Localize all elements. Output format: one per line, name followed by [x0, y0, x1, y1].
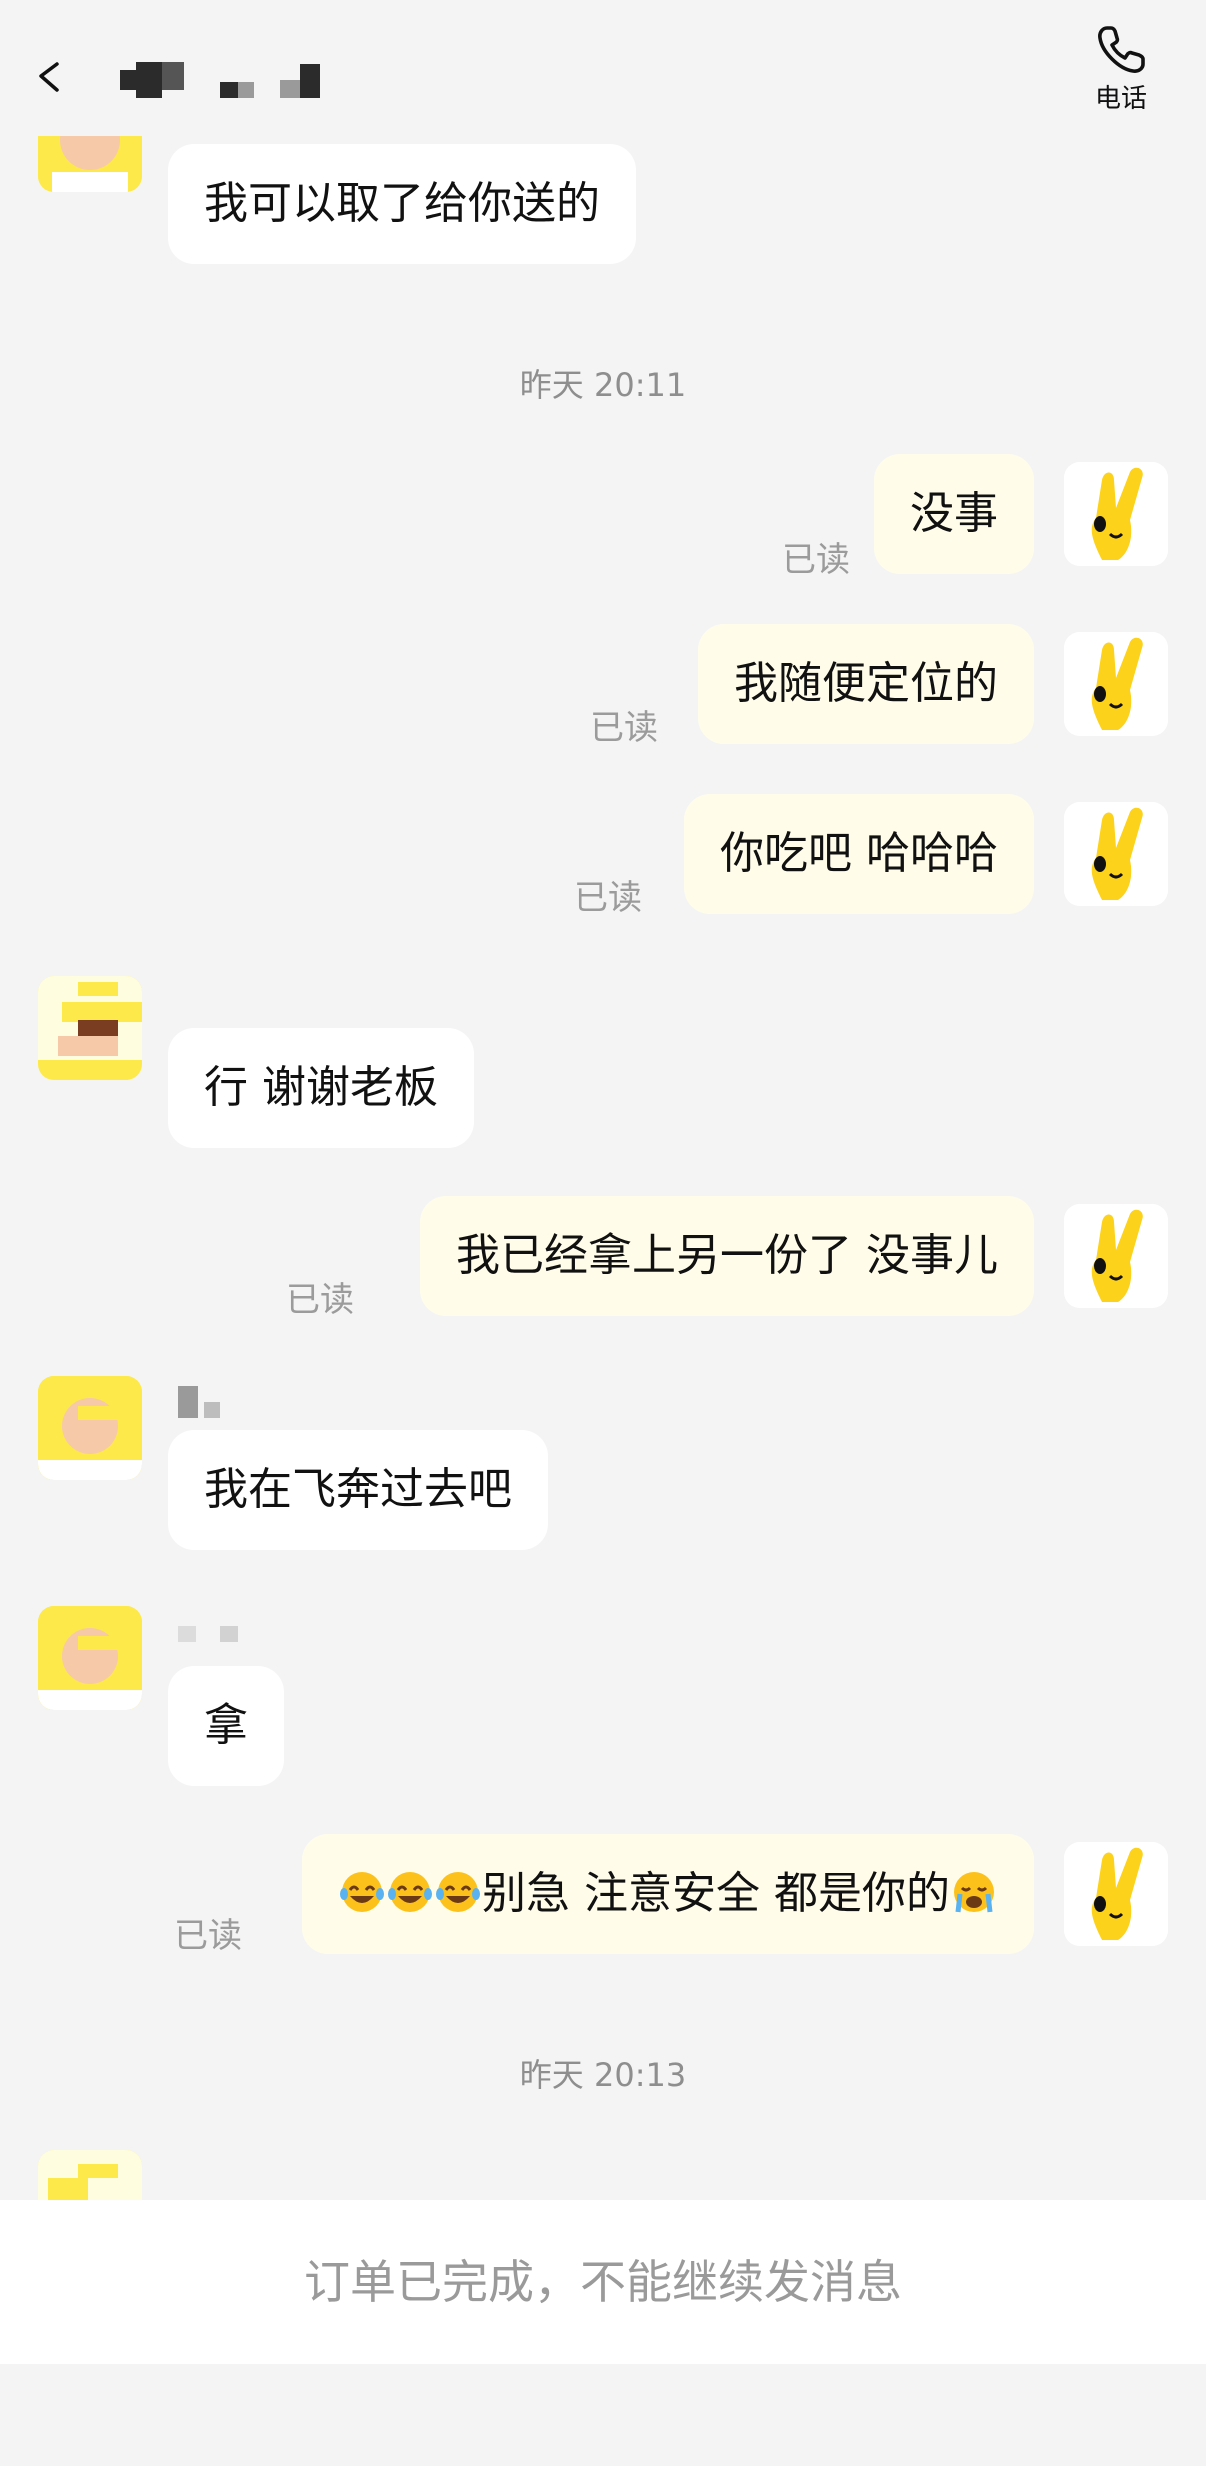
outgoing-message-bubble[interactable]: 别急 注意安全 都是你的 — [302, 1834, 1034, 1954]
read-status: 已读 — [782, 540, 850, 580]
outgoing-message-bubble[interactable]: 我随便定位的 — [698, 624, 1034, 744]
incoming-message-bubble[interactable]: 拿 — [168, 1666, 284, 1786]
contact-avatar[interactable] — [38, 2150, 142, 2200]
contact-avatar[interactable] — [38, 1606, 142, 1710]
my-avatar[interactable] — [1064, 632, 1168, 736]
outgoing-message-bubble[interactable]: 你吃吧 哈哈哈 — [684, 794, 1034, 914]
read-status: 已读 — [174, 1916, 242, 1956]
contact-avatar[interactable] — [38, 1376, 142, 1480]
order-completed-notice: 订单已完成，不能继续发消息 — [0, 2200, 1206, 2364]
laughing-crying-emoji — [340, 1872, 385, 1912]
outgoing-message-bubble[interactable]: 没事 — [874, 454, 1034, 574]
my-avatar[interactable] — [1064, 1204, 1168, 1308]
contact-avatar[interactable] — [38, 136, 142, 192]
incoming-message-bubble[interactable]: 我可以取了给你送的 — [168, 144, 636, 264]
incoming-message-bubble[interactable]: 行 谢谢老板 — [168, 1028, 474, 1148]
laughing-crying-emoji — [388, 1872, 433, 1912]
timestamp: 昨天 20:13 — [519, 2056, 687, 2094]
message-text: 别急 注意安全 都是你的 — [482, 1868, 950, 1919]
chat-message-list[interactable]: 我可以取了给你送的 昨天 20:11 已读 没事 已读 我随便定位的 已读 你吃… — [0, 0, 1206, 2200]
read-status: 已读 — [574, 878, 642, 918]
crying-emoji — [954, 1872, 994, 1913]
my-avatar[interactable] — [1064, 802, 1168, 906]
timestamp: 昨天 20:11 — [519, 366, 687, 404]
laughing-crying-emoji — [436, 1872, 481, 1912]
read-status: 已读 — [286, 1280, 354, 1320]
my-avatar[interactable] — [1064, 462, 1168, 566]
contact-avatar[interactable] — [38, 976, 142, 1080]
outgoing-message-bubble[interactable]: 我已经拿上另一份了 没事儿 — [420, 1196, 1034, 1316]
incoming-message-bubble[interactable]: 我在飞奔过去吧 — [168, 1430, 548, 1550]
my-avatar[interactable] — [1064, 1842, 1168, 1946]
read-status: 已读 — [590, 708, 658, 748]
